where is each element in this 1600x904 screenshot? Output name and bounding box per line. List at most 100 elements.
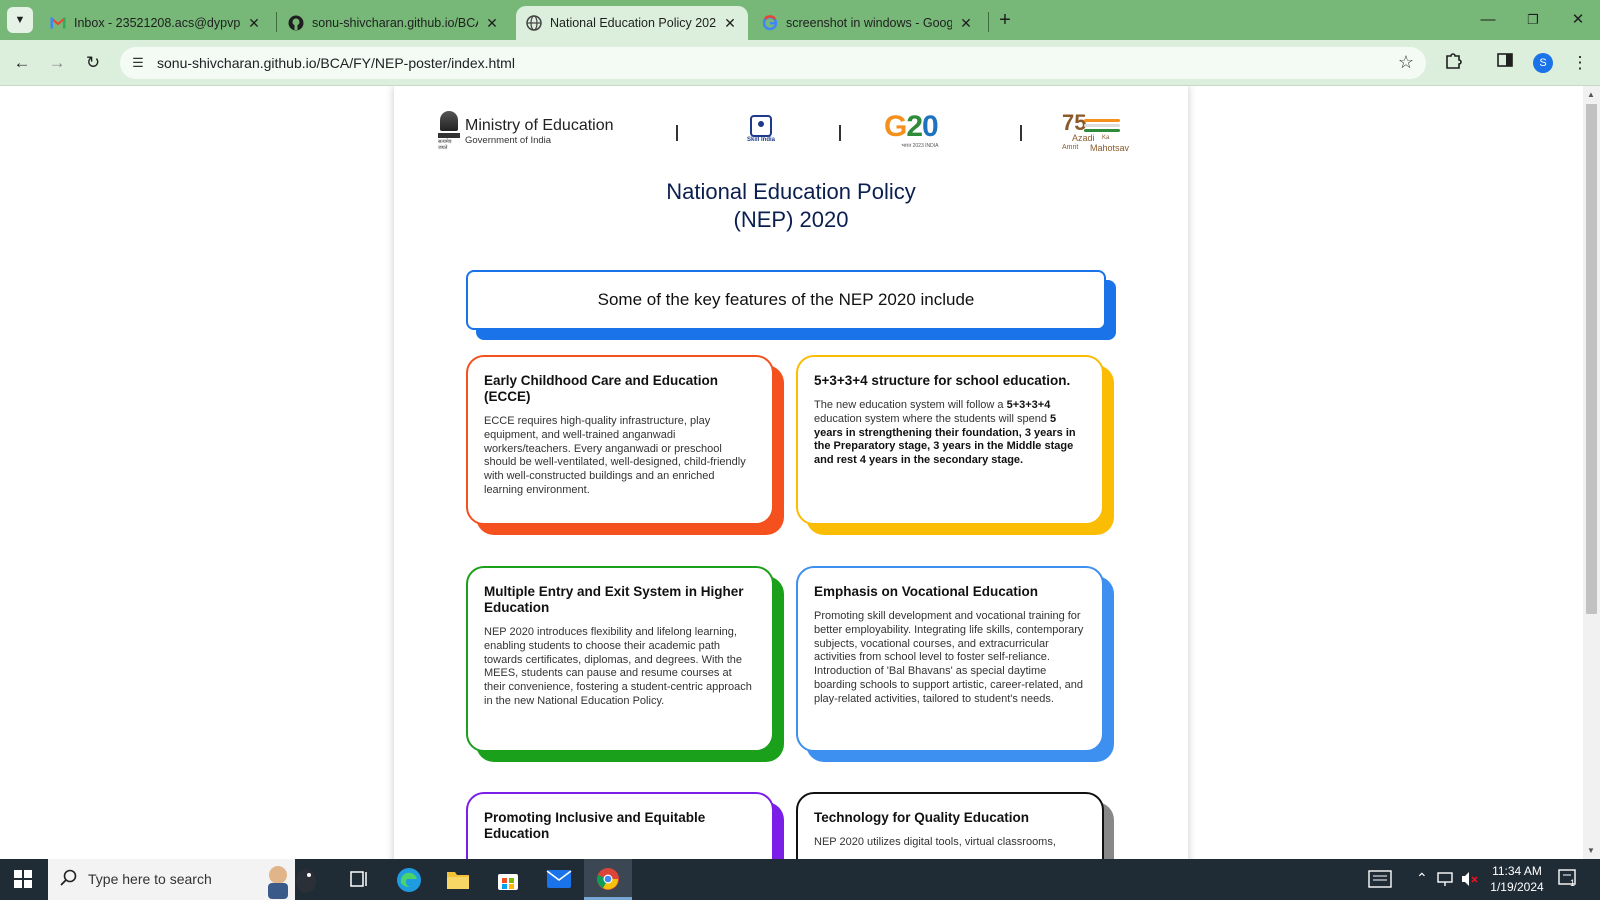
forward-arrow-icon[interactable]: → [45,51,69,75]
windows-taskbar: Type here to search ⌃ 11:34 AM 1/19/2024… [0,859,1600,900]
bookmark-star-icon[interactable]: ☆ [1398,52,1414,73]
clock-time: 11:34 AM [1492,864,1542,878]
tab-search-button[interactable]: ▼ [7,7,33,33]
azadi-word: Mahotsav [1090,143,1130,153]
close-icon[interactable]: ✕ [958,15,974,32]
reload-icon[interactable]: ↻ [81,51,105,75]
volume-muted-icon[interactable] [1460,871,1478,892]
emblem-motto: सत्यमेव जयते [438,139,452,151]
card-title: Emphasis on Vocational Education [814,584,1039,599]
card-title: Multiple Entry and Exit System in Higher… [484,584,744,615]
extensions-icon[interactable] [1441,51,1465,75]
logo-divider [839,125,841,141]
close-icon[interactable]: ✕ [246,15,262,32]
page-title-line2: (NEP) 2020 [733,207,849,232]
site-settings-icon[interactable]: ☰ [128,53,148,73]
nep-poster: सत्यमेव जयते Ministry of Education Gover… [394,86,1188,859]
tab-google-search[interactable]: screenshot in windows - Googl ✕ [752,6,984,40]
profile-avatar[interactable]: S [1533,53,1553,73]
menu-kebab-icon[interactable]: ⋮ [1568,51,1592,75]
tab-title: National Education Policy 2020 [550,16,716,30]
chevron-up-icon[interactable]: ⌃ [1416,870,1428,887]
tab-gmail[interactable]: Inbox - 23521208.acs@dypvp.e ✕ [40,6,272,40]
azadi-word: Amrit [1062,144,1079,151]
scroll-down-icon[interactable]: ▼ [1587,846,1595,855]
close-window-icon[interactable]: ✕ [1563,8,1593,32]
restore-icon[interactable]: ❐ [1518,8,1548,32]
search-placeholder: Type here to search [88,871,212,887]
feature-card-multiple-entry-exit: Multiple Entry and Exit System in Higher… [466,566,774,752]
national-emblem-icon: सत्यमेव जयते [438,111,460,151]
edge-browser-icon[interactable] [396,867,422,898]
tab-title: Inbox - 23521208.acs@dypvp.e [74,16,240,30]
gmail-icon [50,15,66,31]
page-viewport: सत्यमेव जयते Ministry of Education Gover… [0,86,1583,859]
new-tab-button[interactable]: + [992,8,1018,34]
g20-subtitle: भारत 2023 INDIA [901,143,939,149]
card-body: ECCE requires high-quality infrastructur… [484,415,746,496]
search-icon [60,869,78,892]
card-title: Promoting Inclusive and Equitable Educat… [484,810,706,841]
card-title: 5+3+3+4 structure for school education. [814,373,1071,388]
tab-title: sonu-shivcharan.github.io/BCA [312,16,478,30]
minimize-icon[interactable]: — [1473,8,1503,32]
clock-date: 1/19/2024 [1490,880,1544,894]
clock[interactable]: 11:34 AM 1/19/2024 [1487,863,1547,895]
card-body: The new education system will follow a 5… [814,399,1086,468]
card-body-text: education system where the students will… [814,412,1051,425]
feature-card-inclusive-education: Promoting Inclusive and Equitable Educat… [466,792,774,859]
close-icon[interactable]: ✕ [484,15,500,32]
windows-start-icon[interactable] [14,870,34,890]
ministry-subtitle: Government of India [465,134,552,146]
card-title: Technology for Quality Education [814,810,1030,825]
logo-divider [1020,125,1022,141]
azadi-word: Azadi [1072,133,1095,143]
tab-separator [276,12,277,32]
feature-card-technology: Technology for Quality Education NEP 202… [796,792,1104,859]
feature-card-vocational-education: Emphasis on Vocational Education Promoti… [796,566,1104,752]
ministry-title: Ministry of Education [465,116,614,134]
feature-card-ecce: Early Childhood Care and Education (ECCE… [466,355,774,525]
logo-row: सत्यमेव जयते Ministry of Education Gover… [394,111,1188,157]
address-bar[interactable]: ☰ sonu-shivcharan.github.io/BCA/FY/NEP-p… [120,47,1426,79]
globe-icon [526,15,542,31]
feature-card-5334-structure: 5+3+3+4 structure for school education. … [796,355,1104,525]
key-features-banner: Some of the key features of the NEP 2020… [466,270,1106,330]
g20-0: 0 [922,110,939,143]
url-text[interactable]: sonu-shivcharan.github.io/BCA/FY/NEP-pos… [157,55,515,71]
page-title-line1: National Education Policy [666,179,916,204]
task-view-icon[interactable] [350,870,370,893]
mail-icon[interactable] [546,869,572,894]
tab-nep-poster[interactable]: National Education Policy 2020 ✕ [516,6,748,40]
page-title: National Education Policy (NEP) 2020 [394,178,1188,234]
side-panel-icon[interactable] [1493,51,1517,75]
skill-india-label: Skill India [746,137,775,143]
scrollbar-thumb[interactable] [1586,104,1597,614]
azadi-word: Ka [1102,135,1110,141]
notifications-icon[interactable]: 1 [1558,869,1578,894]
vertical-scrollbar[interactable]: ▲ ▼ [1583,86,1600,859]
google-icon [762,15,778,31]
azadi-ka-amrit-mahotsav-logo: 75 Azadi Ka Amrit Mahotsav [1062,111,1140,157]
action-center-news-icon[interactable] [1368,870,1392,893]
card-body-text: The new education system will follow a [814,399,1007,411]
microsoft-store-icon[interactable] [496,868,520,897]
card-body: NEP 2020 introduces flexibility and life… [484,626,752,707]
g20-text: G20 [884,111,956,143]
back-arrow-icon[interactable]: ← [10,51,34,75]
scroll-up-icon[interactable]: ▲ [1587,90,1595,99]
skill-india-icon [750,115,772,137]
tab-title: screenshot in windows - Googl [786,16,952,30]
network-icon[interactable] [1436,871,1454,892]
close-icon[interactable]: ✕ [722,15,738,32]
search-highlight-illustration [256,861,326,899]
browser-toolbar: ← → ↻ ☰ sonu-shivcharan.github.io/BCA/FY… [0,40,1600,86]
notification-count: 1 [1570,878,1576,888]
logo-divider [676,125,678,141]
card-body-bold: 5+3+3+4 [1006,399,1051,411]
file-explorer-icon[interactable] [446,868,470,895]
chrome-taskbar-button[interactable] [584,859,632,900]
tab-github[interactable]: sonu-shivcharan.github.io/BCA ✕ [278,6,510,40]
g20-2: 2 [906,110,923,143]
card-body: NEP 2020 utilizes digital tools, virtual… [814,836,1056,848]
